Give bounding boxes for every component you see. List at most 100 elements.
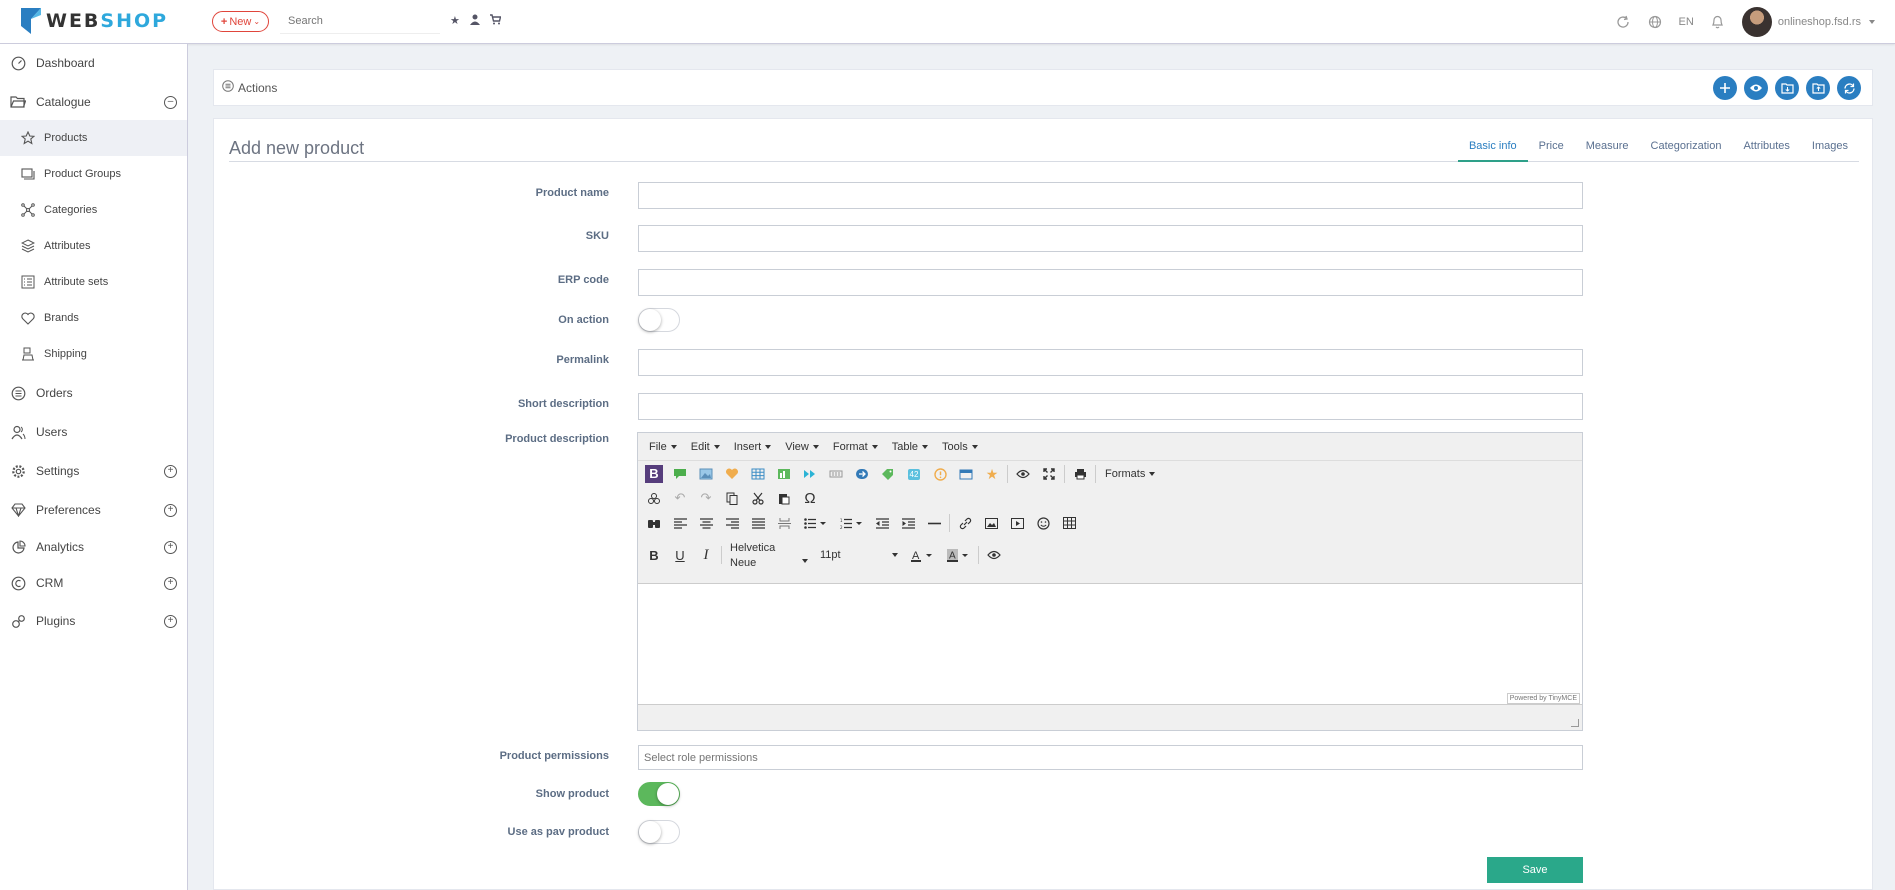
sidebar-item-dashboard[interactable]: Dashboard	[0, 45, 187, 81]
sidebar-item-crm[interactable]: CRM +	[0, 565, 187, 601]
bootstrap-icon[interactable]: B	[641, 463, 667, 485]
product-name-field[interactable]	[638, 182, 1583, 209]
permalink-field[interactable]	[638, 349, 1583, 376]
erp-code-field[interactable]	[638, 269, 1583, 296]
align-justify-icon[interactable]	[745, 512, 771, 534]
menu-edit[interactable]: Edit	[684, 441, 727, 453]
bold-icon[interactable]: B	[641, 544, 667, 566]
menu-insert[interactable]: Insert	[727, 441, 779, 453]
forward-icon[interactable]	[797, 463, 823, 485]
alert-icon[interactable]	[927, 463, 953, 485]
link-icon[interactable]	[952, 512, 978, 534]
badge-icon[interactable]: 42	[901, 463, 927, 485]
media-icon[interactable]	[1004, 512, 1030, 534]
template-icon[interactable]	[823, 463, 849, 485]
preview-button[interactable]	[1744, 76, 1768, 100]
tab-measure[interactable]: Measure	[1575, 137, 1640, 162]
new-button[interactable]: + New ⌄	[212, 11, 269, 32]
paste-icon[interactable]	[771, 487, 797, 509]
sidebar-item-attributes[interactable]: Attributes	[0, 228, 187, 264]
expand-icon[interactable]: +	[164, 503, 177, 517]
sidebar-item-categories[interactable]: Categories	[0, 192, 187, 228]
tab-images[interactable]: Images	[1801, 137, 1859, 162]
font-size-select[interactable]: 11pt	[814, 544, 904, 566]
print-icon[interactable]	[1067, 463, 1093, 485]
emoticon-icon[interactable]	[1030, 512, 1056, 534]
actions-toggle[interactable]: Actions	[222, 80, 277, 95]
save-button[interactable]: Save	[1487, 857, 1583, 883]
special-character-icon[interactable]: Ω	[797, 487, 823, 509]
sync-button[interactable]	[1837, 76, 1861, 100]
cart-icon[interactable]	[489, 14, 502, 28]
formats-dropdown[interactable]: Formats	[1098, 468, 1162, 480]
sidebar-item-plugins[interactable]: Plugins +	[0, 603, 187, 639]
align-center-icon[interactable]	[693, 512, 719, 534]
export-button[interactable]	[1806, 76, 1830, 100]
insert-image-icon[interactable]	[978, 512, 1004, 534]
bell-icon[interactable]	[1710, 14, 1726, 30]
panel-icon[interactable]	[953, 463, 979, 485]
align-left-icon[interactable]	[667, 512, 693, 534]
sidebar-item-preferences[interactable]: Preferences +	[0, 492, 187, 528]
import-button[interactable]	[1775, 76, 1799, 100]
menu-format[interactable]: Format	[826, 441, 885, 453]
sidebar-item-orders[interactable]: Orders	[0, 375, 187, 411]
on-action-toggle[interactable]	[638, 308, 680, 332]
cut-icon[interactable]	[745, 487, 771, 509]
sidebar-item-settings[interactable]: Settings +	[0, 453, 187, 489]
fullscreen-icon[interactable]	[1036, 463, 1062, 485]
tab-attributes[interactable]: Attributes	[1732, 137, 1800, 162]
menu-file[interactable]: File	[642, 441, 684, 453]
menu-tools[interactable]: Tools	[935, 441, 985, 453]
show-product-toggle[interactable]	[638, 782, 680, 806]
webshop-logo[interactable]: WEBSHOP	[20, 6, 168, 36]
sidebar-item-attribute-sets[interactable]: Attribute sets	[0, 264, 187, 300]
bullet-list-icon[interactable]	[797, 512, 833, 534]
user-icon[interactable]	[469, 14, 480, 28]
user-menu[interactable]: onlineshop.fsd.rs	[1741, 7, 1875, 37]
outdent-icon[interactable]	[869, 512, 895, 534]
expand-icon[interactable]: +	[164, 540, 177, 554]
expand-icon[interactable]: +	[164, 576, 177, 590]
align-right-icon[interactable]	[719, 512, 745, 534]
star-icon[interactable]: ★	[450, 14, 460, 28]
sidebar-item-brands[interactable]: Brands	[0, 300, 187, 336]
undo-icon[interactable]: ↶	[667, 487, 693, 509]
copy-icon[interactable]	[719, 487, 745, 509]
add-button[interactable]	[1713, 76, 1737, 100]
text-color-icon[interactable]: A	[904, 544, 940, 566]
globe-icon[interactable]	[1647, 14, 1663, 30]
visual-aid-eye-icon[interactable]	[981, 544, 1007, 566]
use-as-pav-toggle[interactable]	[638, 820, 680, 844]
indent-icon[interactable]	[895, 512, 921, 534]
tab-categorization[interactable]: Categorization	[1640, 137, 1733, 162]
short-description-field[interactable]	[638, 393, 1583, 420]
numbered-list-icon[interactable]: 12	[833, 512, 869, 534]
refresh-icon[interactable]	[1615, 14, 1631, 30]
italic-icon[interactable]: I	[693, 544, 719, 566]
tinymce-branding[interactable]: Powered by TinyMCE	[1506, 693, 1580, 704]
tab-basic-info[interactable]: Basic info	[1457, 137, 1528, 162]
menu-table[interactable]: Table	[885, 441, 935, 453]
permissions-select[interactable]	[638, 745, 1583, 770]
table-grid-icon[interactable]	[745, 463, 771, 485]
speech-bubble-icon[interactable]	[667, 463, 693, 485]
arrow-right-icon[interactable]	[849, 463, 875, 485]
language-selector[interactable]: EN	[1679, 16, 1694, 28]
page-break-icon[interactable]	[771, 512, 797, 534]
sidebar-item-catalogue[interactable]: Catalogue –	[0, 84, 187, 120]
editor-content-area[interactable]: Powered by TinyMCE	[638, 583, 1582, 704]
sidebar-item-analytics[interactable]: Analytics +	[0, 529, 187, 565]
sidebar-item-users[interactable]: Users	[0, 414, 187, 450]
font-family-select[interactable]: Helvetica Neue	[724, 539, 814, 571]
underline-icon[interactable]: U	[667, 544, 693, 566]
heart-icon[interactable]	[719, 463, 745, 485]
tab-price[interactable]: Price	[1528, 137, 1575, 162]
sku-field[interactable]	[638, 225, 1583, 252]
collapse-icon[interactable]: –	[164, 95, 177, 109]
chart-icon[interactable]	[771, 463, 797, 485]
table-icon[interactable]	[1056, 512, 1082, 534]
sidebar-item-shipping[interactable]: Shipping	[0, 336, 187, 372]
redo-icon[interactable]: ↷	[693, 487, 719, 509]
search-input[interactable]	[280, 9, 440, 34]
